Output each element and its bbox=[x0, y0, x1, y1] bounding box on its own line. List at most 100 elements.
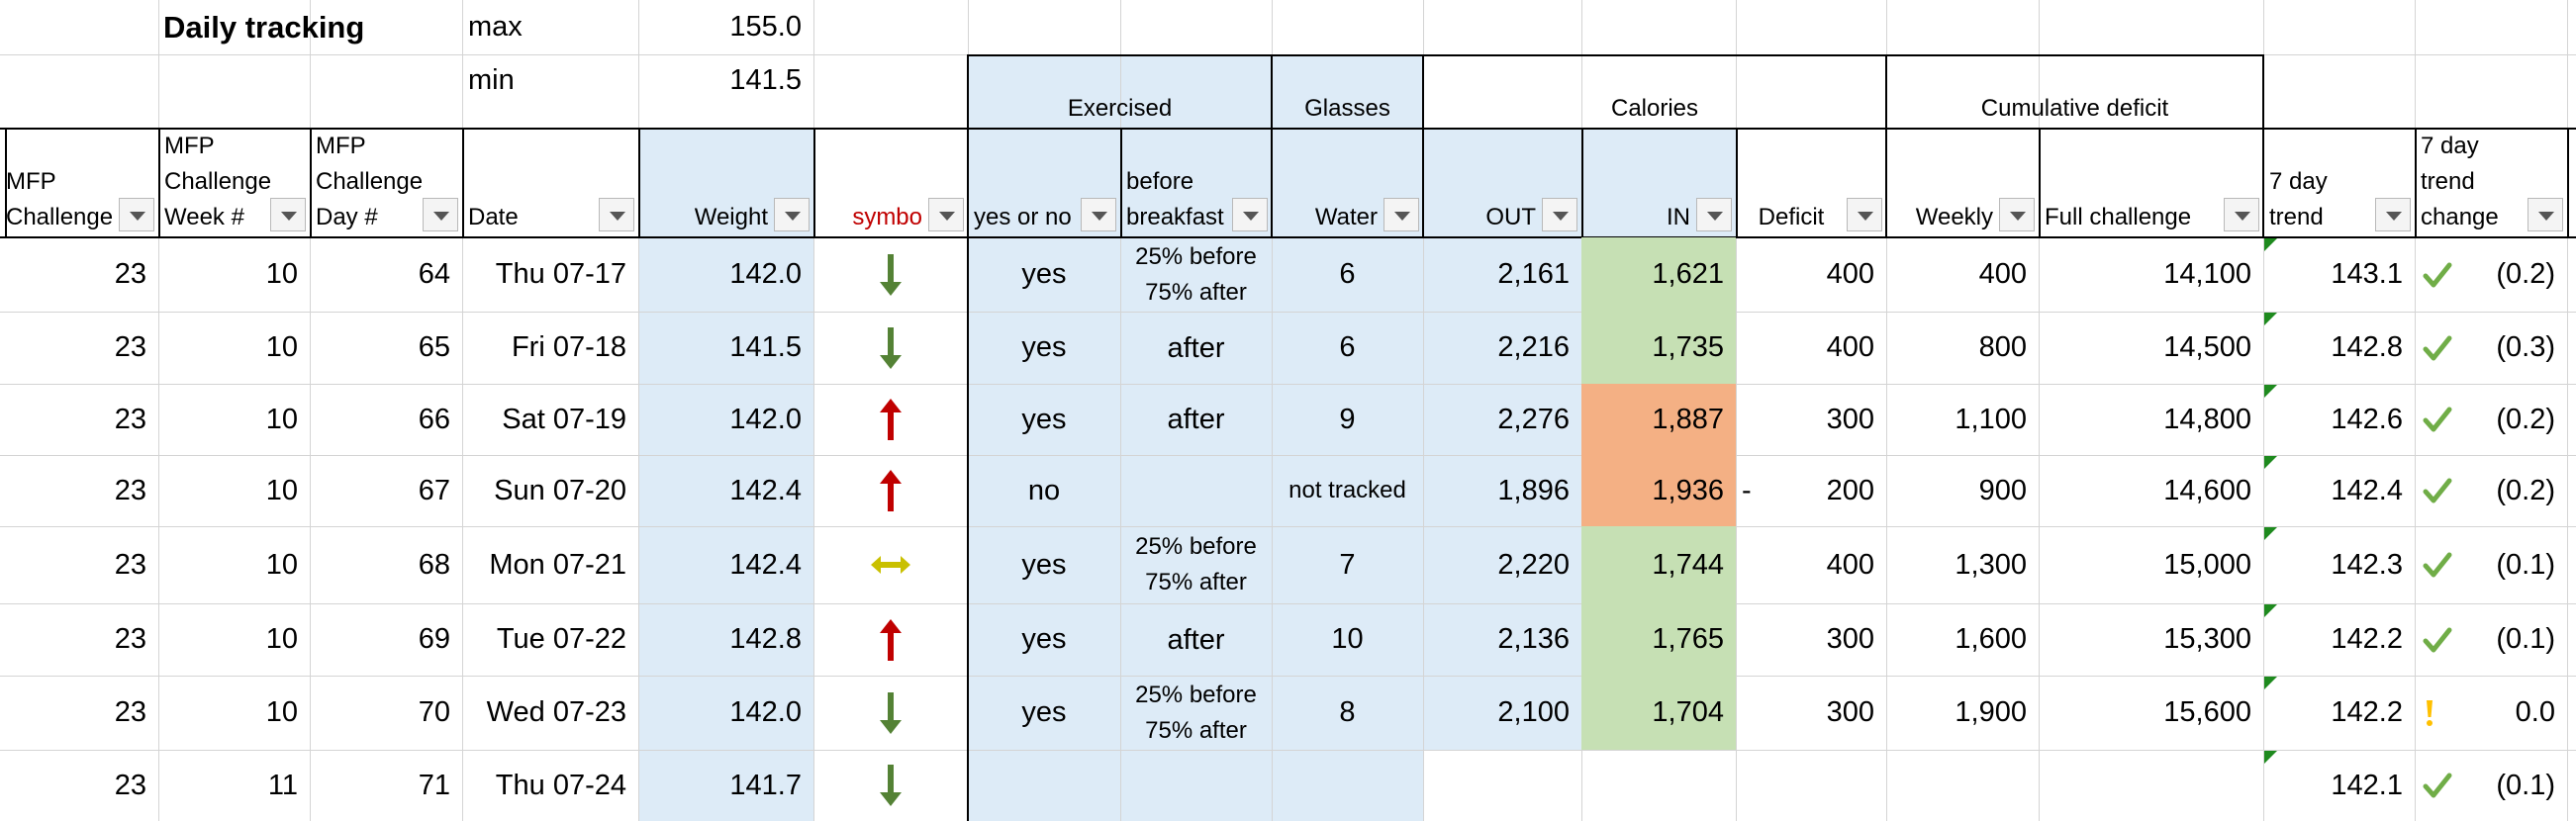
cell-day[interactable]: 67 bbox=[310, 455, 462, 526]
cell-week[interactable]: 10 bbox=[158, 237, 310, 312]
filter-button-weekly[interactable] bbox=[1999, 198, 2035, 231]
cell-in[interactable]: 1,744 bbox=[1581, 526, 1736, 603]
cell-trend[interactable]: 142.2 bbox=[2263, 676, 2415, 750]
cell-yes-no[interactable]: yes bbox=[968, 237, 1120, 312]
cell-yes-no[interactable]: no bbox=[968, 455, 1120, 526]
cell-challenge[interactable]: 23 bbox=[0, 384, 158, 455]
cell-in[interactable]: 1,621 bbox=[1581, 237, 1736, 312]
filter-button-day[interactable] bbox=[423, 198, 458, 231]
cell-date[interactable]: Sat 07-19 bbox=[462, 384, 638, 455]
filter-button-trend-change[interactable] bbox=[2528, 198, 2563, 231]
cell-week[interactable]: 10 bbox=[158, 603, 310, 676]
cell-date[interactable]: Thu 07-24 bbox=[462, 750, 638, 821]
cell-symbol[interactable] bbox=[813, 603, 968, 676]
cell-breakfast[interactable]: 25% before 75% after bbox=[1120, 526, 1272, 603]
cell-challenge[interactable]: 23 bbox=[0, 526, 158, 603]
filter-button-date[interactable] bbox=[599, 198, 634, 231]
filter-button-symbol[interactable] bbox=[928, 198, 964, 231]
cell-in[interactable]: 1,704 bbox=[1581, 676, 1736, 750]
cell-water[interactable]: 6 bbox=[1272, 237, 1423, 312]
cell-full[interactable]: 14,100 bbox=[2039, 237, 2263, 312]
cell-challenge[interactable]: 23 bbox=[0, 312, 158, 384]
cell-weight[interactable]: 142.4 bbox=[638, 526, 813, 603]
cell-trend-change[interactable]: (0.1) bbox=[2415, 526, 2567, 603]
cell-out[interactable]: 1,896 bbox=[1423, 455, 1581, 526]
cell-symbol[interactable] bbox=[813, 237, 968, 312]
cell-weight[interactable]: 142.0 bbox=[638, 676, 813, 750]
cell-in[interactable] bbox=[1581, 750, 1736, 821]
cell-weekly[interactable]: 1,600 bbox=[1886, 603, 2039, 676]
cell-day[interactable]: 68 bbox=[310, 526, 462, 603]
cell-weight[interactable]: 141.5 bbox=[638, 312, 813, 384]
cell-yes-no[interactable]: yes bbox=[968, 676, 1120, 750]
cell-symbol[interactable] bbox=[813, 526, 968, 603]
cell-full[interactable]: 15,300 bbox=[2039, 603, 2263, 676]
spreadsheet-grid[interactable]: Daily tracking max 155.0 min 141.5 Exerc… bbox=[0, 0, 2576, 821]
cell-deficit[interactable]: 400 bbox=[1736, 237, 1886, 312]
filter-button-yes-no[interactable] bbox=[1081, 198, 1116, 231]
cell-challenge[interactable]: 23 bbox=[0, 603, 158, 676]
cell-challenge[interactable]: 23 bbox=[0, 676, 158, 750]
cell-day[interactable]: 66 bbox=[310, 384, 462, 455]
cell-water[interactable] bbox=[1272, 750, 1423, 821]
cell-in[interactable]: 1,887 bbox=[1581, 384, 1736, 455]
filter-button-water[interactable] bbox=[1383, 198, 1419, 231]
cell-trend-change[interactable]: (0.1) bbox=[2415, 750, 2567, 821]
cell-out[interactable]: 2,216 bbox=[1423, 312, 1581, 384]
cell-symbol[interactable] bbox=[813, 384, 968, 455]
cell-trend[interactable]: 142.1 bbox=[2263, 750, 2415, 821]
cell-full[interactable]: 15,000 bbox=[2039, 526, 2263, 603]
cell-date[interactable]: Wed 07-23 bbox=[462, 676, 638, 750]
cell-out[interactable]: 2,276 bbox=[1423, 384, 1581, 455]
cell-day[interactable]: 70 bbox=[310, 676, 462, 750]
cell-weekly[interactable]: 1,100 bbox=[1886, 384, 2039, 455]
cell-date[interactable]: Tue 07-22 bbox=[462, 603, 638, 676]
cell-trend-change[interactable]: (0.2) bbox=[2415, 237, 2567, 312]
cell-trend-change[interactable]: (0.2) bbox=[2415, 384, 2567, 455]
cell-date[interactable]: Thu 07-17 bbox=[462, 237, 638, 312]
cell-water[interactable]: 6 bbox=[1272, 312, 1423, 384]
cell-weight[interactable]: 142.0 bbox=[638, 384, 813, 455]
cell-deficit[interactable]: - 200 bbox=[1736, 455, 1886, 526]
filter-button-out[interactable] bbox=[1542, 198, 1577, 231]
cell-trend-change[interactable]: (0.1) bbox=[2415, 603, 2567, 676]
cell-week[interactable]: 10 bbox=[158, 455, 310, 526]
cell-weight[interactable]: 142.0 bbox=[638, 237, 813, 312]
cell-breakfast[interactable] bbox=[1120, 455, 1272, 526]
cell-weekly[interactable] bbox=[1886, 750, 2039, 821]
cell-weekly[interactable]: 1,900 bbox=[1886, 676, 2039, 750]
filter-button-challenge[interactable] bbox=[119, 198, 154, 231]
cell-challenge[interactable]: 23 bbox=[0, 455, 158, 526]
cell-symbol[interactable] bbox=[813, 750, 968, 821]
cell-week[interactable]: 10 bbox=[158, 384, 310, 455]
cell-water[interactable]: 10 bbox=[1272, 603, 1423, 676]
cell-trend-change[interactable]: (0.3) bbox=[2415, 312, 2567, 384]
cell-in[interactable]: 1,936 bbox=[1581, 455, 1736, 526]
cell-week[interactable]: 11 bbox=[158, 750, 310, 821]
filter-button-full-challenge[interactable] bbox=[2224, 198, 2259, 231]
cell-breakfast[interactable]: 25% before 75% after bbox=[1120, 237, 1272, 312]
cell-trend[interactable]: 142.3 bbox=[2263, 526, 2415, 603]
cell-weight[interactable]: 142.4 bbox=[638, 455, 813, 526]
cell-week[interactable]: 10 bbox=[158, 526, 310, 603]
filter-button-week[interactable] bbox=[270, 198, 306, 231]
cell-out[interactable] bbox=[1423, 750, 1581, 821]
cell-trend[interactable]: 143.1 bbox=[2263, 237, 2415, 312]
cell-day[interactable]: 69 bbox=[310, 603, 462, 676]
cell-trend[interactable]: 142.8 bbox=[2263, 312, 2415, 384]
cell-date[interactable]: Sun 07-20 bbox=[462, 455, 638, 526]
cell-day[interactable]: 71 bbox=[310, 750, 462, 821]
max-value[interactable]: 155.0 bbox=[638, 0, 813, 54]
cell-challenge[interactable]: 23 bbox=[0, 750, 158, 821]
filter-button-weight[interactable] bbox=[774, 198, 810, 231]
cell-yes-no[interactable] bbox=[968, 750, 1120, 821]
cell-breakfast[interactable]: 25% before 75% after bbox=[1120, 676, 1272, 750]
cell-trend-change[interactable]: 0.0 bbox=[2415, 676, 2567, 750]
cell-date[interactable]: Fri 07-18 bbox=[462, 312, 638, 384]
cell-deficit[interactable]: 300 bbox=[1736, 603, 1886, 676]
cell-day[interactable]: 64 bbox=[310, 237, 462, 312]
cell-full[interactable]: 14,600 bbox=[2039, 455, 2263, 526]
cell-yes-no[interactable]: yes bbox=[968, 603, 1120, 676]
cell-deficit[interactable]: 300 bbox=[1736, 384, 1886, 455]
cell-out[interactable]: 2,161 bbox=[1423, 237, 1581, 312]
